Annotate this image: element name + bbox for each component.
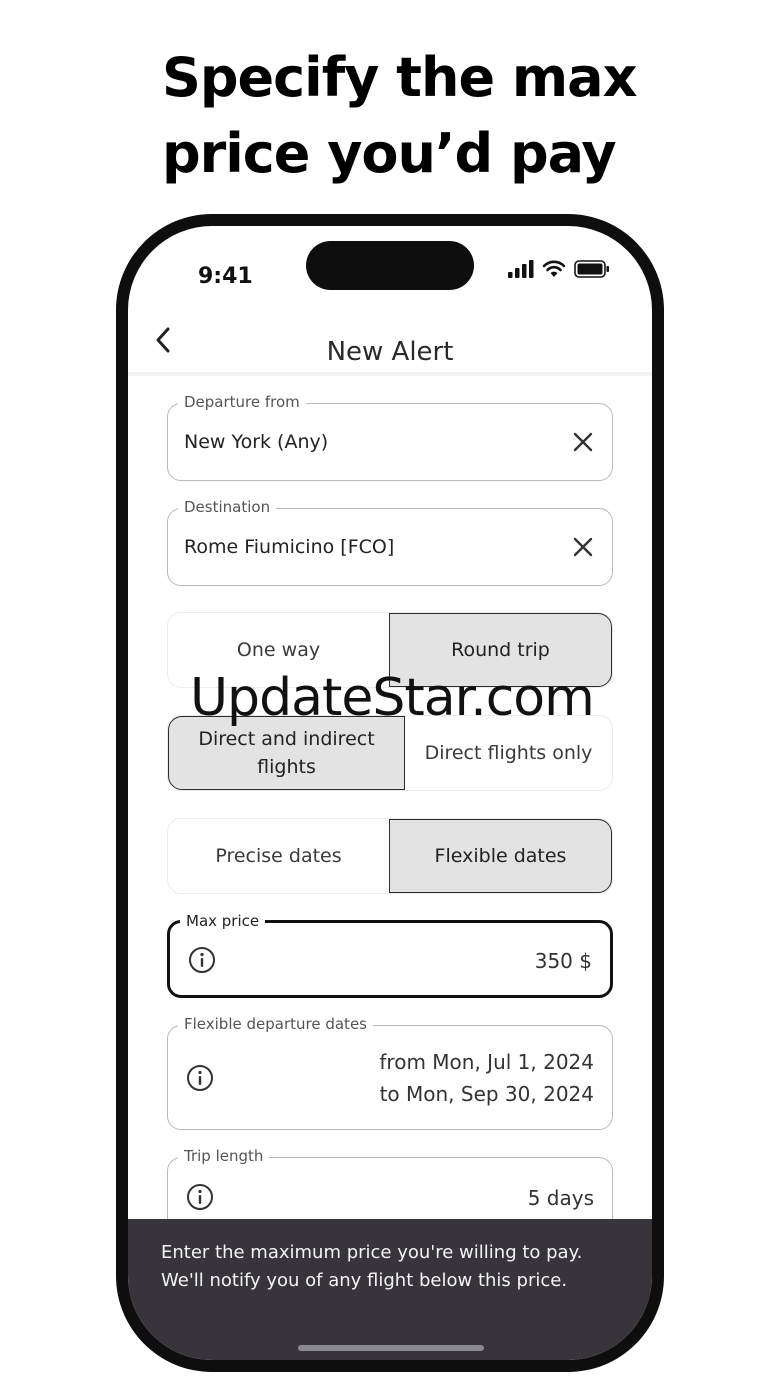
status-icons <box>508 256 610 282</box>
watermark: UpdateStar.com <box>190 668 595 728</box>
phone-frame: 9:41 New Alert Departure from New York (… <box>116 214 664 1372</box>
battery-icon <box>574 260 609 278</box>
max-price-value: 350 $ <box>534 949 592 973</box>
dynamic-island <box>306 241 474 290</box>
departure-value: New York (Any) <box>184 431 329 453</box>
date-type-toggle: Precise dates Flexible dates <box>167 818 613 894</box>
destination-value: Rome Fiumicino [FCO] <box>184 536 395 558</box>
clear-departure-icon[interactable] <box>572 431 594 453</box>
phone-screen: 9:41 New Alert Departure from New York (… <box>128 226 652 1360</box>
flexible-dates-from: from Mon, Jul 1, 2024 <box>379 1050 594 1074</box>
destination-field[interactable]: Destination Rome Fiumicino [FCO] <box>167 497 613 586</box>
clear-destination-icon[interactable] <box>572 536 594 558</box>
nav-bar: New Alert <box>128 306 652 376</box>
departure-label: Departure from <box>178 392 306 412</box>
trip-length-label: Trip length <box>178 1146 270 1166</box>
max-price-label: Max price <box>180 911 266 931</box>
headline: Specify the max price you’d pay <box>162 46 637 185</box>
destination-label: Destination <box>178 497 277 517</box>
page-title: New Alert <box>326 337 454 367</box>
precise-dates-option[interactable]: Precise dates <box>168 819 389 893</box>
info-icon[interactable] <box>186 1064 214 1092</box>
info-icon[interactable] <box>186 1183 214 1211</box>
info-icon[interactable] <box>188 946 216 974</box>
departure-field[interactable]: Departure from New York (Any) <box>167 392 613 481</box>
flexible-dates-field[interactable]: Flexible departure dates from Mon, Jul 1… <box>167 1014 613 1130</box>
home-indicator[interactable] <box>298 1345 484 1351</box>
tooltip-text: Enter the maximum price you're willing t… <box>161 1242 583 1291</box>
flexible-dates-option[interactable]: Flexible dates <box>389 819 612 893</box>
max-price-field[interactable]: Max price 350 $ <box>167 911 613 998</box>
tooltip-panel: Enter the maximum price you're willing t… <box>128 1219 652 1360</box>
wifi-icon <box>542 260 566 277</box>
status-time: 9:41 <box>198 264 253 289</box>
signal-icon <box>508 260 534 278</box>
trip-length-value: 5 days <box>527 1186 594 1210</box>
flexible-dates-to: to Mon, Sep 30, 2024 <box>379 1082 594 1106</box>
flexible-dates-label: Flexible departure dates <box>178 1014 373 1034</box>
